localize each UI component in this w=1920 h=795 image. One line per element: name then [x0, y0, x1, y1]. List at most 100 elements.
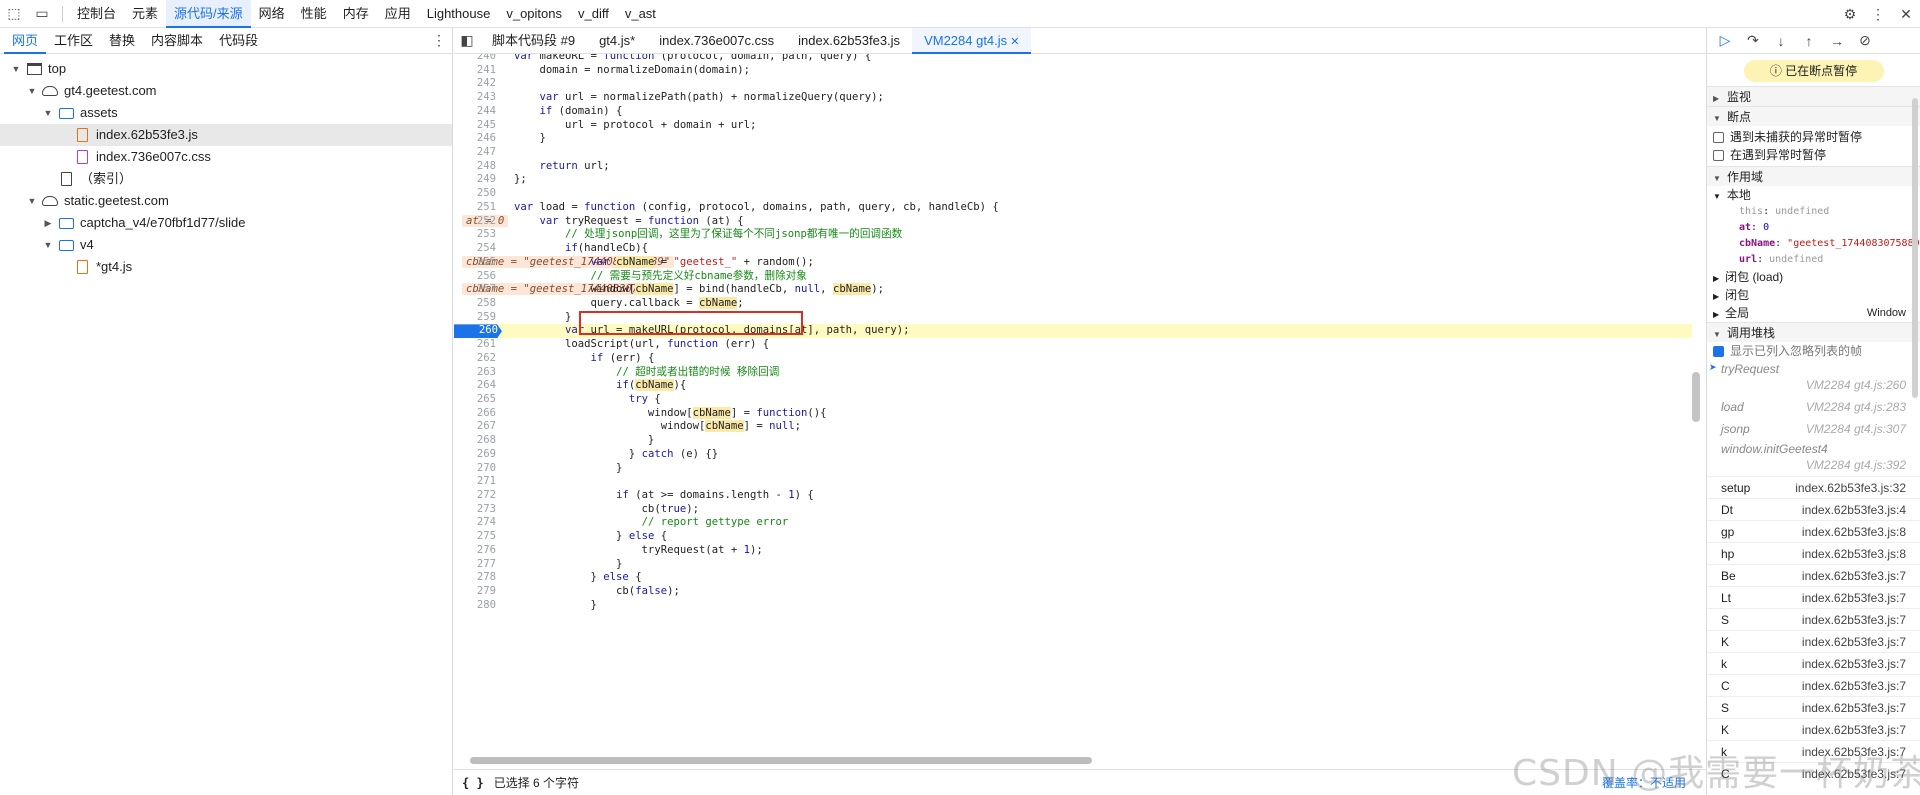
checkbox-icon[interactable]	[1713, 149, 1724, 161]
navigator-tab[interactable]: 代码段	[211, 28, 266, 54]
panel-tab[interactable]: v_opitons	[498, 0, 570, 28]
close-tab-icon[interactable]: ✕	[1007, 36, 1019, 48]
panel-tab[interactable]: v_ast	[617, 0, 664, 28]
line-number[interactable]: 264	[454, 379, 496, 393]
callstack-section-header[interactable]: ▼ 调用堆栈	[1707, 322, 1920, 342]
tree-item[interactable]: ▼ top	[0, 58, 452, 80]
debugger-scrollbar[interactable]	[1912, 98, 1918, 398]
line-number[interactable]: 277	[454, 558, 496, 572]
code-line[interactable]: 269 } catch (e) {}	[454, 448, 1692, 462]
code-line[interactable]: 273 cb(true);	[454, 503, 1692, 517]
more-options-icon[interactable]: ⋮	[1864, 0, 1892, 28]
line-number[interactable]: 259	[454, 311, 496, 325]
tree-item[interactable]: index.736e007c.css	[0, 146, 452, 168]
code-line[interactable]: 241 domain = normalizeDomain(domain);	[454, 64, 1692, 78]
line-number[interactable]: 258	[454, 297, 496, 311]
editor-tab[interactable]: 脚本代码段 #9	[480, 28, 587, 54]
line-number[interactable]: 244	[454, 105, 496, 119]
stack-frame[interactable]: Kindex.62b53fe3.js:7	[1707, 718, 1920, 740]
panel-tab[interactable]: 内存	[335, 0, 377, 28]
navigator-tab[interactable]: 内容脚本	[143, 28, 211, 54]
tree-item[interactable]: ▼ static.geetest.com	[0, 190, 452, 212]
pretty-print-button[interactable]: { }	[462, 776, 484, 790]
code-line[interactable]: 240 var makeURL = function (protocol, dom…	[454, 54, 1692, 64]
panel-tab[interactable]: v_diff	[570, 0, 617, 28]
expanded-arrow-icon[interactable]: ▼	[42, 102, 54, 124]
tree-item[interactable]: ▼ gt4.geetest.com	[0, 80, 452, 102]
navigator-tab[interactable]: 工作区	[46, 28, 101, 54]
line-number[interactable]: 265	[454, 393, 496, 407]
code-line[interactable]: 268 }	[454, 434, 1692, 448]
line-number[interactable]: 252	[454, 215, 496, 229]
code-line[interactable]: 278 } else {	[454, 571, 1692, 585]
code-line[interactable]: 280 }	[454, 599, 1692, 613]
expanded-arrow-icon[interactable]: ▼	[10, 58, 22, 80]
stack-frame-location[interactable]: index.62b53fe3.js:8	[1802, 521, 1906, 542]
code-line[interactable]: 277 }	[454, 558, 1692, 572]
code-line[interactable]: 272 if (at >= domains.length - 1) {	[454, 489, 1692, 503]
stack-frame-location[interactable]: VM2284 gt4.js:392	[1806, 456, 1906, 474]
scope-variable[interactable]: cbName: "geetest_1744083075889"	[1707, 236, 1920, 252]
line-number[interactable]: 260	[454, 324, 502, 339]
panel-tab[interactable]: Lighthouse	[419, 0, 499, 28]
line-number[interactable]: 268	[454, 434, 496, 448]
code-line[interactable]: 248 return url;	[454, 160, 1692, 174]
close-devtools-icon[interactable]: ✕	[1892, 0, 1920, 28]
line-number[interactable]: 241	[454, 64, 496, 78]
line-number[interactable]: 249	[454, 173, 496, 187]
breakpoint-option[interactable]: 在遇到异常时暂停	[1707, 146, 1920, 164]
stack-frame[interactable]: k index.62b53fe3.js:7	[1707, 652, 1920, 674]
code-line[interactable]: 264 if(cbName){	[454, 379, 1692, 393]
stack-frame-location[interactable]: index.62b53fe3.js:7	[1802, 565, 1906, 586]
device-toolbar-icon[interactable]: ▭	[28, 0, 56, 28]
line-number[interactable]: 267	[454, 420, 496, 434]
code-line[interactable]: 270 }	[454, 462, 1692, 476]
show-ignored-frames-option[interactable]: 显示已列入忽略列表的帧	[1707, 342, 1920, 360]
closure-load-row[interactable]: ▶ 闭包 (load)	[1707, 268, 1920, 286]
code-line[interactable]: 242	[454, 77, 1692, 91]
line-number[interactable]: 243	[454, 91, 496, 105]
code-line[interactable]: 265 try {	[454, 393, 1692, 407]
vertical-scrollbar[interactable]	[1692, 372, 1700, 422]
code-line[interactable]: 245 url = protocol + domain + url;	[454, 119, 1692, 133]
panel-tab[interactable]: 源代码/来源	[166, 0, 251, 28]
code-line[interactable]: 255 var cbName = "geetest_" + random(); c…	[454, 255, 1692, 270]
watch-section-header[interactable]: ▶ 监视	[1707, 86, 1920, 106]
line-number[interactable]: 270	[454, 462, 496, 476]
code-line[interactable]: 250	[454, 187, 1692, 201]
scope-variable[interactable]: this: undefined	[1707, 204, 1920, 220]
stack-frame-location[interactable]: index.62b53fe3.js:7	[1802, 675, 1906, 696]
stack-frame-location[interactable]: VM2284 gt4.js:260	[1806, 376, 1906, 394]
stack-frame[interactable]: Sindex.62b53fe3.js:7	[1707, 608, 1920, 630]
line-number[interactable]: 253	[454, 228, 496, 242]
code-line[interactable]: 271	[454, 475, 1692, 489]
code-line[interactable]: 246 }	[454, 132, 1692, 146]
tree-item[interactable]: ▶ captcha_v4/e70fbf1d77/slide	[0, 212, 452, 234]
toggle-navigator-icon[interactable]: ◧	[454, 27, 480, 55]
navigator-menu-icon[interactable]: ⋮	[432, 32, 446, 49]
stack-frame[interactable]: Kindex.62b53fe3.js:7	[1707, 630, 1920, 652]
stack-frame[interactable]: setup index.62b53fe3.js:32	[1707, 476, 1920, 498]
editor-tab[interactable]: VM2284 gt4.js ✕	[912, 27, 1032, 54]
checkbox-checked-icon[interactable]	[1713, 345, 1724, 357]
line-number[interactable]: 273	[454, 503, 496, 517]
line-number[interactable]: 279	[454, 585, 496, 599]
code-line[interactable]: 257 window[cbName] = bind(handleCb, null…	[454, 283, 1692, 297]
code-line[interactable]: 243 var url = normalizePath(path) + norm…	[454, 91, 1692, 105]
deactivate-breakpoints-icon[interactable]: ⊘	[1851, 32, 1879, 49]
line-number[interactable]: 261	[454, 338, 496, 352]
step-over-icon[interactable]: ↷	[1739, 32, 1767, 49]
stack-frame[interactable]: hp index.62b53fe3.js:8	[1707, 542, 1920, 564]
line-number[interactable]: 254	[454, 242, 496, 256]
tree-item[interactable]: ▼ assets	[0, 102, 452, 124]
expanded-arrow-icon[interactable]: ▼	[26, 80, 38, 102]
tree-item[interactable]: index.62b53fe3.js	[0, 124, 452, 146]
editor-tab[interactable]: index.736e007c.css	[647, 28, 786, 54]
stack-frame[interactable]: Cindex.62b53fe3.js:7	[1707, 674, 1920, 696]
navigator-tab[interactable]: 网页	[4, 28, 47, 54]
checkbox-icon[interactable]	[1713, 131, 1724, 143]
code-line[interactable]: 263 // 超时或者出错的时候 移除回调	[454, 366, 1692, 380]
scope-section-header[interactable]: ▼ 作用域	[1707, 166, 1920, 186]
line-number[interactable]: 251	[454, 201, 496, 215]
code-line[interactable]: 244 if (domain) {	[454, 105, 1692, 119]
